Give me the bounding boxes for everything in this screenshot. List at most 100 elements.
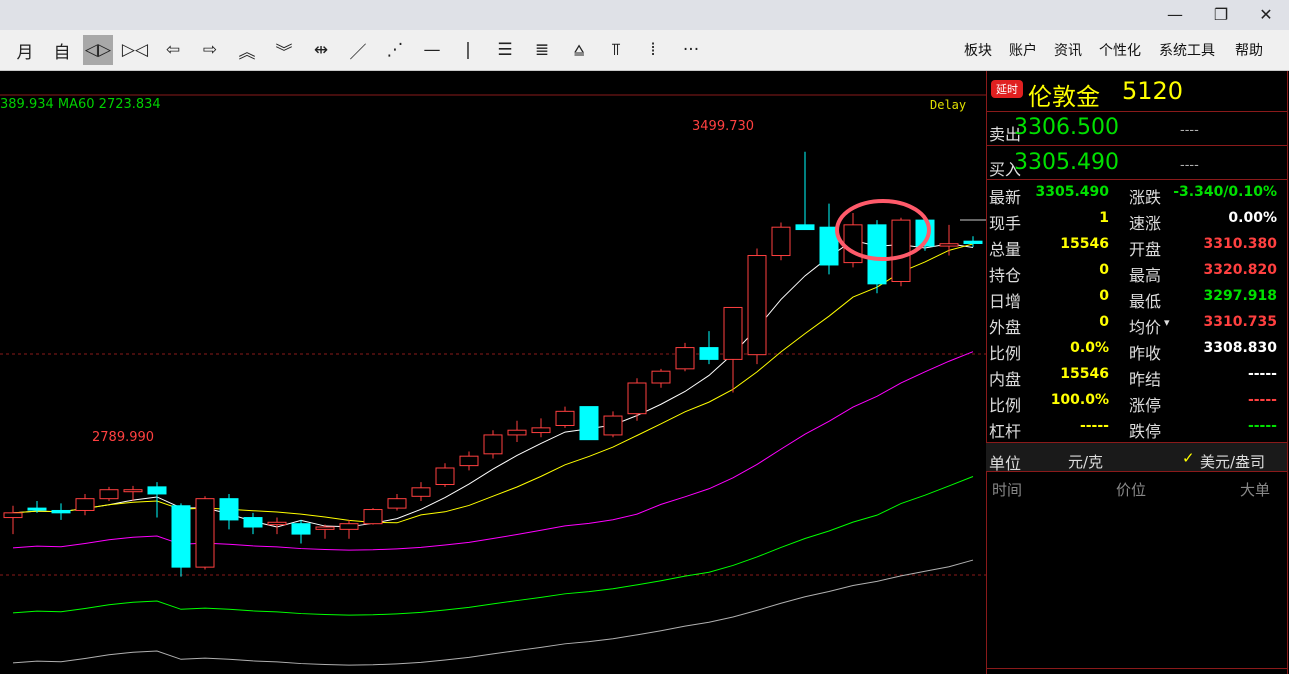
fibonacci-icon: ≣: [534, 40, 550, 60]
candle-body: [99, 489, 119, 500]
menu-item-5[interactable]: 帮助: [1235, 40, 1263, 60]
toolbar: 月自 ◁▷ ▷◁ ⇦ ⇨ ︽ ︾ ⇹ ／ ⋰ — | ☰ ≣ ⩠ ⫪ ⦙ ··· 板块 账户 资讯 个性化 系统工具 帮助: [0, 30, 1289, 71]
zoom-out-button[interactable]: ▷◁: [120, 35, 150, 65]
high-price-label: 3499.730: [692, 119, 755, 134]
chevron-down-button[interactable]: ︾: [269, 35, 299, 65]
scroll-left-icon: ⇦: [165, 40, 181, 60]
tick-header-time: 时间: [992, 481, 1023, 499]
dashed-line-tool-button[interactable]: ⋰: [380, 35, 410, 65]
chevron-up-icon: ︽: [238, 42, 256, 63]
quote-label: 昨收: [1129, 344, 1162, 363]
quote-label: 日增: [989, 292, 1022, 311]
period-lines-icon: ⫪: [611, 40, 621, 60]
custom-period-button[interactable]: 自: [47, 35, 77, 65]
candle-body: [267, 521, 287, 526]
quote-value: 3310.735: [1203, 314, 1277, 330]
quote-label: 比例: [989, 396, 1022, 415]
quote-value: -----: [1079, 418, 1109, 434]
candlestick-chart[interactable]: 389.934 MA60 2723.834 Delay 3499.730 278…: [0, 71, 986, 674]
candle-body: [891, 219, 911, 282]
vertical-line-icon: |: [465, 40, 471, 60]
candle-body: [723, 306, 743, 360]
candle-body: [219, 498, 239, 521]
quote-value: 3297.918: [1203, 288, 1277, 304]
quote-value: 1: [1099, 210, 1109, 226]
zoom-in-icon: ◁▷: [84, 40, 112, 60]
chevron-up-button[interactable]: ︽: [232, 35, 262, 65]
sell-volume: ----: [1180, 123, 1199, 138]
quote-label: 昨结: [1129, 370, 1162, 389]
scroll-left-button[interactable]: ⇦: [158, 35, 188, 65]
parallel-lines-button[interactable]: ☰: [490, 35, 520, 65]
low-price-label: 2789.990: [92, 430, 155, 445]
quote-value: 15546: [1060, 366, 1109, 382]
candle-body: [147, 486, 167, 495]
horizontal-line-icon: —: [423, 40, 441, 60]
candle-body: [963, 240, 983, 244]
chevron-down-icon[interactable]: ▾: [1164, 316, 1170, 329]
menu-item-3[interactable]: 个性化: [1099, 40, 1141, 60]
fan-lines-button[interactable]: ⩠: [564, 35, 594, 65]
quote-value: 0: [1099, 288, 1109, 304]
quote-value: 3320.820: [1203, 262, 1277, 278]
candle-body: [363, 509, 383, 525]
candle-body: [747, 255, 767, 356]
ma-header: 389.934 MA60 2723.834: [0, 97, 161, 112]
quote-label: 最高: [1129, 266, 1162, 285]
candle-body: [27, 507, 47, 511]
quote-value: -----: [1247, 418, 1277, 434]
unit-alt-option[interactable]: 美元/盎司: [1200, 451, 1265, 472]
quote-value: 3310.380: [1203, 236, 1277, 252]
buy-volume: ----: [1180, 158, 1199, 173]
quote-label: 内盘: [989, 370, 1022, 389]
candle-body: [315, 526, 335, 530]
candle-body: [603, 415, 623, 436]
menu-item-4[interactable]: 系统工具: [1159, 40, 1215, 60]
crosshair-button[interactable]: ⇹: [306, 35, 336, 65]
vertical-line-button[interactable]: |: [453, 35, 483, 65]
more-button[interactable]: ···: [676, 35, 706, 65]
menu-item-2[interactable]: 资讯: [1054, 40, 1082, 60]
quote-label: 持仓: [989, 266, 1022, 285]
candle-body: [531, 427, 551, 434]
candle-body: [171, 505, 191, 568]
delay-label: Delay: [930, 98, 967, 112]
minimize-button[interactable]: —: [1152, 0, 1198, 30]
candle-body: [435, 467, 455, 486]
quote-label: 总量: [989, 240, 1022, 259]
quote-label: 最新: [989, 188, 1022, 207]
parallel-lines-icon: ☰: [497, 40, 513, 60]
candle-body: [3, 512, 23, 519]
gann-lines-button[interactable]: ⦙: [638, 35, 668, 65]
candle-body: [195, 498, 215, 568]
fibonacci-button[interactable]: ≣: [527, 35, 557, 65]
chevron-down-icon: ︾: [275, 42, 293, 63]
quote-panel: 延时 伦敦金 5120 卖出 3306.500 ---- 买入 3305.490…: [986, 71, 1289, 674]
line-tool-button[interactable]: ／: [343, 35, 373, 65]
period-lines-button[interactable]: ⫪: [601, 35, 631, 65]
zoom-in-button[interactable]: ◁▷: [83, 35, 113, 65]
month-period-button[interactable]: 月: [10, 35, 40, 65]
candle-body: [459, 455, 479, 467]
quote-value: -----: [1247, 366, 1277, 382]
restore-button[interactable]: ❐: [1198, 0, 1244, 30]
month-period-icon: 月: [16, 42, 34, 63]
candle-body: [387, 498, 407, 509]
horizontal-line-button[interactable]: —: [417, 35, 447, 65]
quote-value: 100.0%: [1050, 392, 1109, 408]
unit-value[interactable]: 元/克: [1068, 451, 1103, 472]
candle-body: [627, 382, 647, 415]
custom-period-icon: 自: [53, 42, 71, 63]
menu-item-0[interactable]: 板块: [964, 40, 992, 60]
quote-value: -----: [1247, 392, 1277, 408]
tick-header-volume: 大单: [1240, 481, 1271, 499]
menu-item-1[interactable]: 账户: [1009, 40, 1037, 60]
quote-value: 0.00%: [1228, 210, 1277, 226]
gann-lines-icon: ⦙: [651, 40, 655, 60]
line-tool-icon: ／: [349, 42, 367, 63]
close-button[interactable]: ✕: [1243, 0, 1289, 30]
candle-body: [51, 509, 71, 514]
candle-body: [291, 523, 311, 535]
scroll-right-button[interactable]: ⇨: [195, 35, 225, 65]
ma10-line: [12, 243, 974, 524]
